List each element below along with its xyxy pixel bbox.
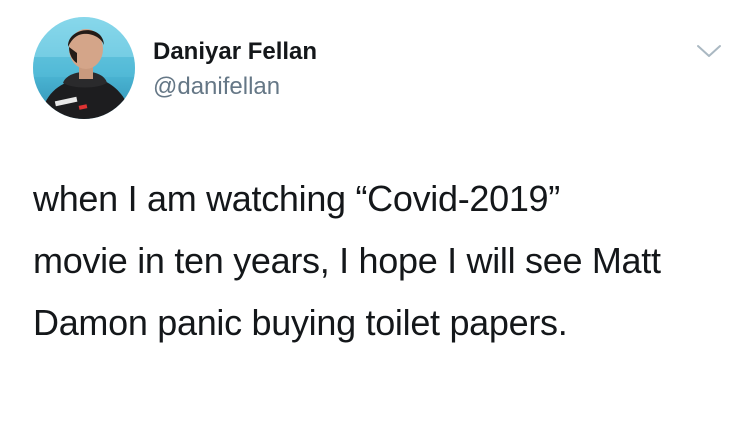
chevron-down-icon (697, 45, 721, 57)
tweet-text-line: when I am watching “Covid-2019” (33, 178, 560, 219)
author-display-name[interactable]: Daniyar Fellan (153, 38, 317, 66)
avatar[interactable] (33, 17, 135, 119)
tweet-menu-button[interactable] (694, 38, 724, 62)
tweet-text-line: movie in ten years, I hope I will see Ma… (33, 240, 661, 281)
profile-photo-icon (33, 17, 135, 119)
author-handle[interactable]: @danifellan (153, 73, 280, 101)
tweet-text: when I am watching “Covid-2019” movie in… (33, 168, 733, 354)
tweet-card: Daniyar Fellan @danifellan when I am wat… (0, 0, 744, 438)
tweet-text-line: Damon panic buying toilet papers. (33, 302, 568, 343)
